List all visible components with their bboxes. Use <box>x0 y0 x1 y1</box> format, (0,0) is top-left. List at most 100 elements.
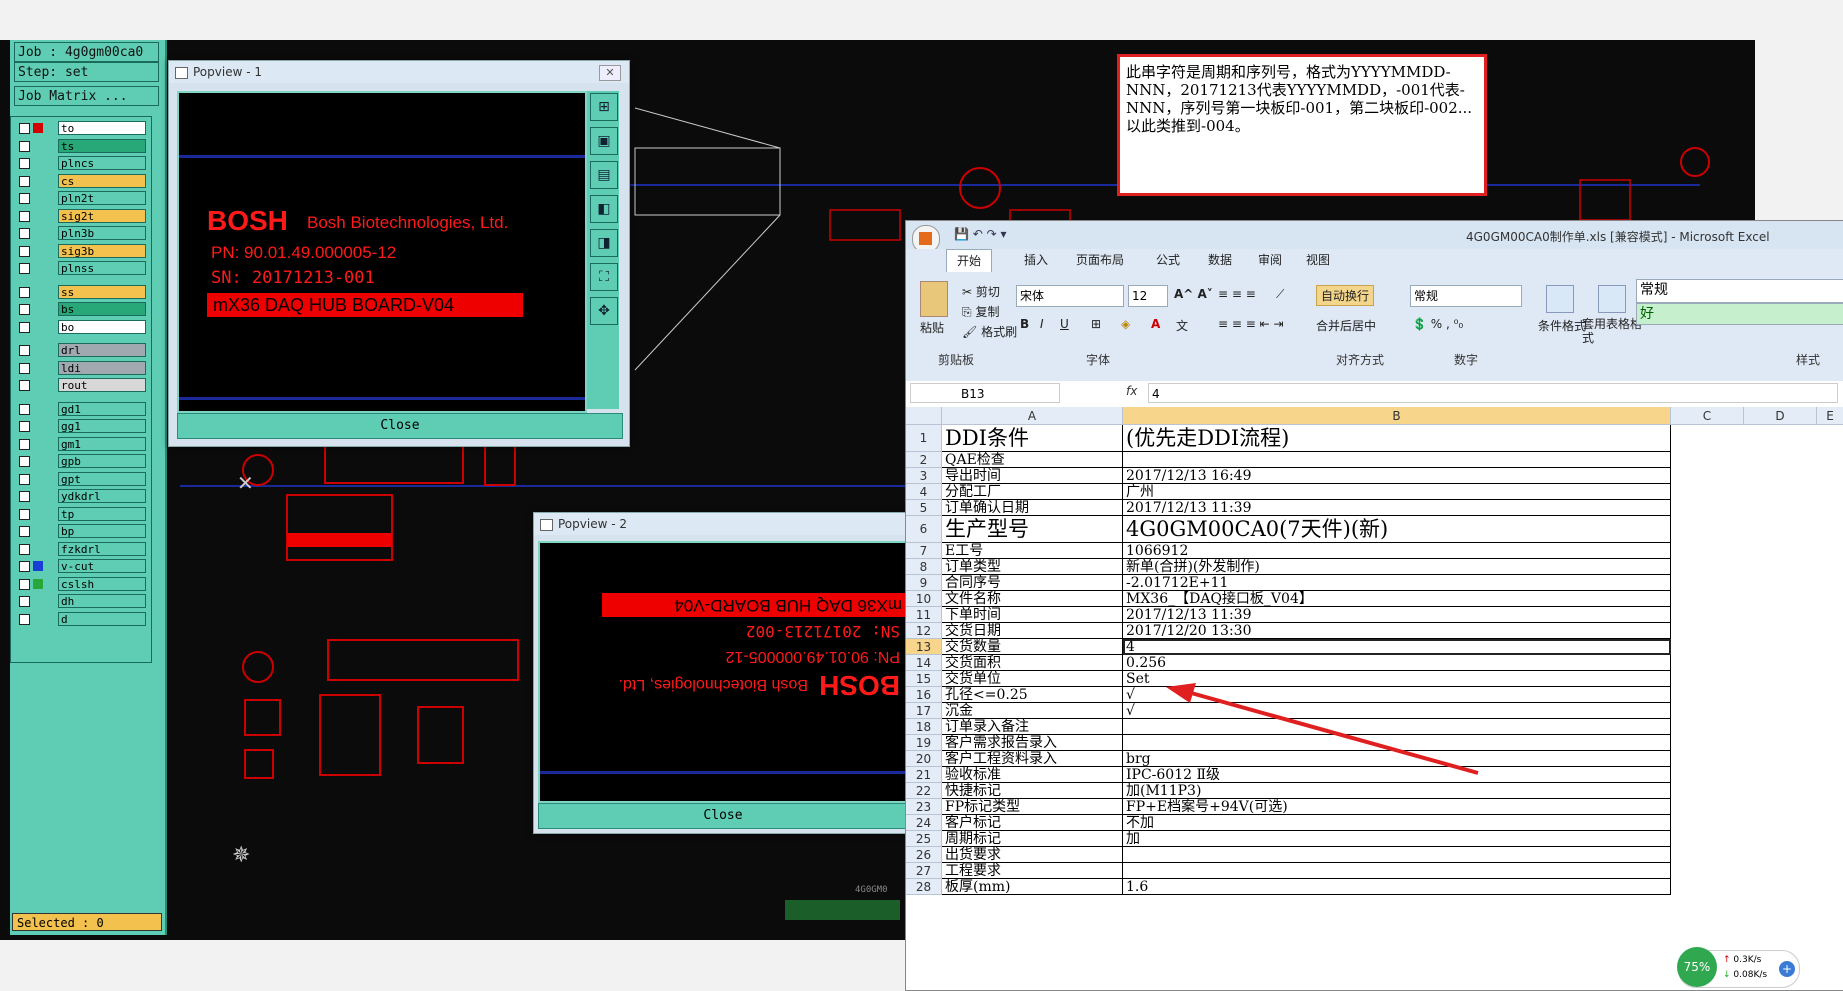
style-normal[interactable]: 常规 <box>1636 279 1843 303</box>
pan-icon[interactable]: ✥ <box>590 297 618 325</box>
layer-checkbox[interactable] <box>19 228 30 239</box>
orientation-icon[interactable]: ⟋ <box>1276 287 1284 302</box>
format-painter-button[interactable]: 🖌 格式刷 <box>962 323 1017 340</box>
cell-value[interactable]: 1066912 <box>1123 543 1671 559</box>
layer-row[interactable]: ts <box>17 138 146 154</box>
row-header[interactable]: 6 <box>906 516 942 543</box>
excel-window[interactable]: 💾 ↶ ↷ ▾ 4G0GM00CA0制作单.xls [兼容模式] - Micro… <box>905 220 1843 991</box>
row-header[interactable]: 18 <box>906 719 942 735</box>
pan-right-icon[interactable]: ◨ <box>590 229 618 257</box>
layer-name[interactable]: bs <box>58 302 146 316</box>
layer-checkbox[interactable] <box>19 508 30 520</box>
cell-value[interactable]: 不加 <box>1123 815 1671 831</box>
cell-label[interactable]: E工号 <box>942 543 1123 559</box>
layer-checkbox[interactable] <box>19 526 30 537</box>
layer-row[interactable]: cslsh <box>17 576 146 592</box>
layer-checkbox[interactable] <box>19 561 30 572</box>
layer-row[interactable]: bo <box>17 319 146 335</box>
layer-checkbox[interactable] <box>19 304 30 315</box>
column-header-a[interactable]: A <box>942 407 1123 425</box>
format-as-table-button[interactable]: 套用表格格式 <box>1582 317 1642 345</box>
row-header[interactable]: 28 <box>906 879 942 895</box>
cell-label[interactable]: 出货要求 <box>942 847 1123 863</box>
cell-value[interactable]: (优先走DDI流程) <box>1123 425 1671 452</box>
layer-name[interactable]: drl <box>58 343 146 357</box>
cell-label[interactable]: 客户需求报告录入 <box>942 735 1123 751</box>
currency-icon[interactable]: 💲 % , ⁰₀ <box>1412 317 1463 331</box>
layer-row[interactable]: sig3b <box>17 243 146 259</box>
formula-input[interactable]: 4 <box>1148 383 1838 403</box>
layer-row[interactable]: bp <box>17 524 146 539</box>
layer-row[interactable]: tp <box>17 506 146 522</box>
row-header[interactable]: 24 <box>906 815 942 831</box>
cell-value[interactable] <box>1123 863 1671 879</box>
popview-2-titlebar[interactable]: Popview - 2 <box>534 513 906 535</box>
border-icon[interactable]: ⊞ <box>1091 317 1101 331</box>
layer-checkbox[interactable] <box>19 263 30 274</box>
row-header[interactable]: 14 <box>906 655 942 671</box>
row-header[interactable]: 15 <box>906 671 942 687</box>
row-header[interactable]: 19 <box>906 735 942 751</box>
layer-name[interactable]: d <box>58 611 146 626</box>
cell-value[interactable]: 0.256 <box>1123 655 1671 671</box>
cell-label[interactable]: 交货日期 <box>942 623 1123 639</box>
layer-row[interactable]: plnss <box>17 261 146 276</box>
tab-insert[interactable]: 插入 <box>1024 249 1048 271</box>
layer-name[interactable]: gpb <box>58 454 146 468</box>
cell-label[interactable]: 工程要求 <box>942 863 1123 879</box>
row-header[interactable]: 25 <box>906 831 942 847</box>
layer-name[interactable]: rout <box>58 378 146 392</box>
layer-name[interactable]: pln2t <box>58 191 146 205</box>
cell-label[interactable]: 订单确认日期 <box>942 500 1123 516</box>
style-good[interactable]: 好 <box>1636 303 1843 325</box>
layer-name[interactable]: plnss <box>58 261 146 275</box>
cell-label[interactable]: 合同序号 <box>942 575 1123 591</box>
pan-left-icon[interactable]: ◧ <box>590 195 618 223</box>
row-header[interactable]: 13 <box>906 639 942 655</box>
number-format-select[interactable]: 常规 <box>1410 285 1522 307</box>
layer-checkbox[interactable] <box>19 286 30 298</box>
font-size-select[interactable]: 12 <box>1128 285 1168 307</box>
cell-label[interactable]: 验收标准 <box>942 767 1123 783</box>
zoom-in-icon[interactable]: ▣ <box>590 127 618 155</box>
column-header-c[interactable]: C <box>1671 407 1744 425</box>
cell-label[interactable]: DDI条件 <box>942 425 1123 452</box>
layer-row[interactable]: dh <box>17 594 146 609</box>
cell-value[interactable]: 4G0GM00CA0(7天件)(新) <box>1123 516 1671 543</box>
layer-name[interactable]: pln3b <box>58 226 146 240</box>
layer-checkbox[interactable] <box>19 245 30 257</box>
popview-1-window[interactable]: Popview - 1 ✕ BOSH Bosh Biotechnologies,… <box>168 60 630 447</box>
zoom-fit-icon[interactable]: ⊞ <box>590 93 618 121</box>
cell-label[interactable]: 孔径<=0.25 <box>942 687 1123 703</box>
layer-name[interactable]: gd1 <box>58 401 146 416</box>
column-header-e[interactable]: E <box>1817 407 1843 425</box>
layer-checkbox[interactable] <box>19 421 30 432</box>
row-header[interactable]: 8 <box>906 559 942 575</box>
layer-checkbox[interactable] <box>19 380 30 391</box>
layer-name[interactable]: ts <box>58 138 146 153</box>
layer-row[interactable]: gd1 <box>17 401 146 417</box>
row-header[interactable]: 1 <box>906 425 942 452</box>
cell-value[interactable]: 加(M11P3) <box>1123 783 1671 799</box>
layer-row[interactable]: sig2t <box>17 208 146 224</box>
row-header[interactable]: 5 <box>906 500 942 516</box>
step-label[interactable]: Step: set <box>14 62 159 82</box>
layer-row[interactable]: ss <box>17 284 146 300</box>
grow-font-icon[interactable]: A^ A˅ <box>1174 287 1213 301</box>
conditional-format-button[interactable]: 条件格式 <box>1538 317 1586 334</box>
memory-usage-badge[interactable]: 75% <box>1677 947 1717 987</box>
excel-titlebar[interactable]: 💾 ↶ ↷ ▾ 4G0GM00CA0制作单.xls [兼容模式] - Micro… <box>906 221 1843 253</box>
cell-label[interactable]: 文件名称 <box>942 591 1123 607</box>
quick-access-toolbar[interactable]: 💾 ↶ ↷ ▾ <box>954 227 1007 241</box>
layer-row[interactable]: d <box>17 611 146 627</box>
tab-page-layout[interactable]: 页面布局 <box>1076 249 1124 271</box>
cell-value[interactable]: 2017/12/20 13:30 <box>1123 623 1671 639</box>
layer-name[interactable]: bp <box>58 524 146 538</box>
layer-name[interactable]: fzkdrl <box>58 541 146 556</box>
layer-checkbox[interactable] <box>19 473 30 485</box>
column-header-b[interactable]: B <box>1123 407 1671 425</box>
layer-row[interactable]: gg1 <box>17 419 146 434</box>
bold-icon[interactable]: B <box>1020 317 1029 331</box>
layer-checkbox[interactable] <box>19 345 30 356</box>
layer-name[interactable]: v-cut <box>58 559 146 573</box>
